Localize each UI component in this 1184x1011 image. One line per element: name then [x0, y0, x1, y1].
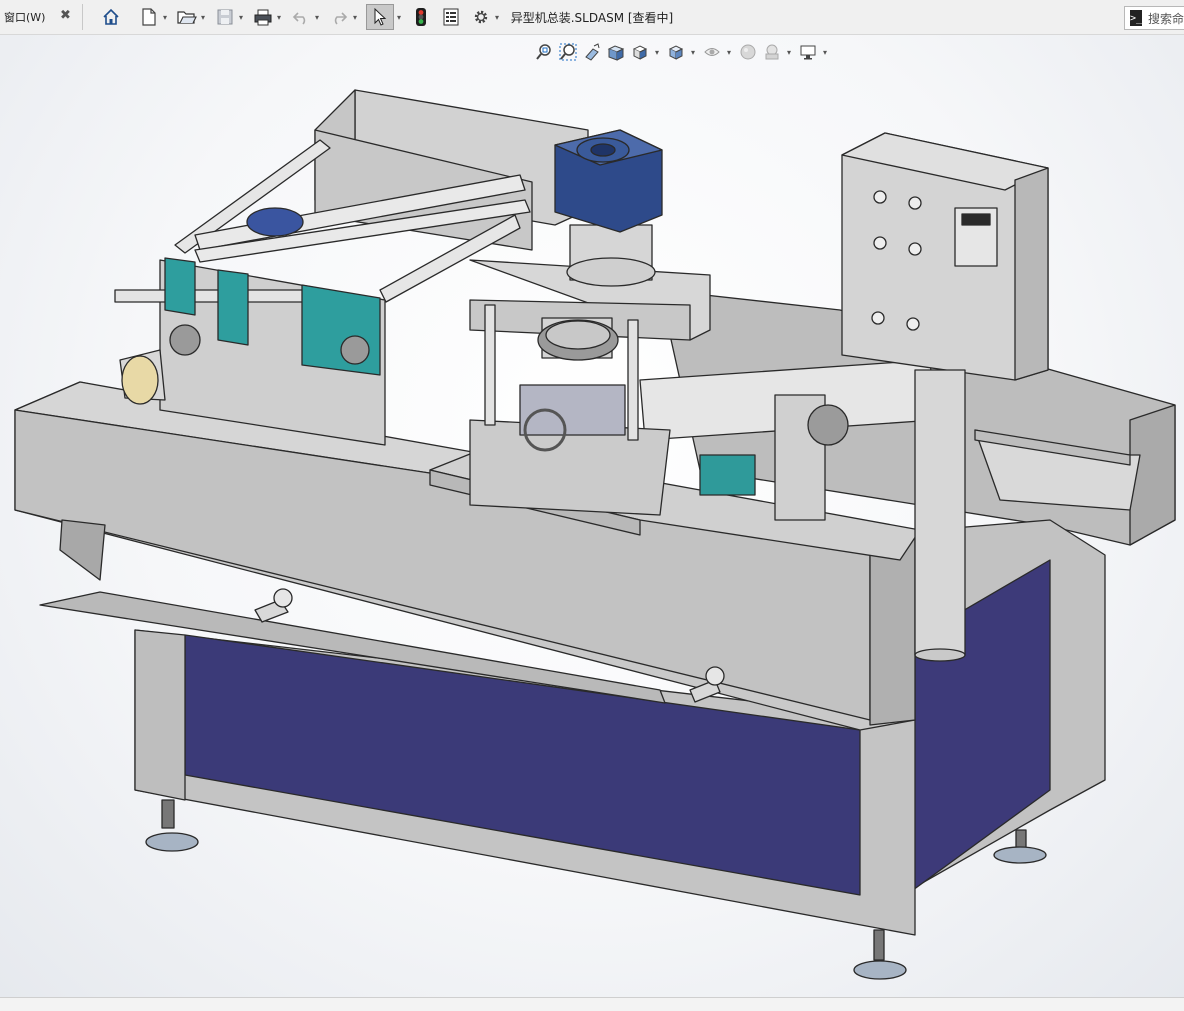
new-document-icon[interactable]: [138, 6, 160, 28]
assembly-model[interactable]: [0, 35, 1184, 997]
view-orientation-icon[interactable]: [628, 41, 652, 63]
graphics-viewport[interactable]: ▾ ▾ ▾ ▾ ▾: [0, 35, 1184, 997]
edit-appearance-icon[interactable]: [736, 41, 760, 63]
pin-icon[interactable]: ✖: [60, 8, 71, 23]
search-placeholder: 搜索命令: [1148, 11, 1184, 26]
menu-window[interactable]: 窗口(W): [4, 9, 45, 25]
print-icon[interactable]: [252, 6, 274, 28]
print-dropdown[interactable]: ▾: [274, 6, 284, 28]
zoom-to-area-icon[interactable]: [556, 41, 580, 63]
view-settings-icon[interactable]: [796, 41, 820, 63]
hide-show-dropdown[interactable]: ▾: [724, 41, 734, 63]
options-dropdown[interactable]: ▾: [492, 6, 502, 28]
view-orientation-dropdown[interactable]: ▾: [652, 41, 662, 63]
toolbar-separator: [82, 4, 83, 30]
home-dropdown[interactable]: [122, 6, 132, 28]
search-commands-box[interactable]: >_ 搜索命令: [1124, 6, 1184, 30]
undo-dropdown[interactable]: ▾: [312, 6, 322, 28]
previous-view-icon[interactable]: [580, 41, 604, 63]
save-dropdown[interactable]: ▾: [236, 6, 246, 28]
select-dropdown[interactable]: ▾: [394, 6, 404, 28]
apply-scene-icon[interactable]: [760, 41, 784, 63]
select-arrow-icon[interactable]: [366, 4, 394, 30]
view-settings-dropdown[interactable]: ▾: [820, 41, 830, 63]
save-icon[interactable]: [214, 6, 236, 28]
title-bar: 窗口(W) ✖ ▾ ▾ ▾ ▾ ▾ ▾ ▾ ▾ 异型机总装.SLDASM [查看…: [0, 0, 1184, 35]
display-style-dropdown[interactable]: ▾: [688, 41, 698, 63]
section-view-icon[interactable]: [604, 41, 628, 63]
apply-scene-dropdown[interactable]: ▾: [784, 41, 794, 63]
open-dropdown[interactable]: ▾: [198, 6, 208, 28]
command-prompt-icon: >_: [1130, 10, 1143, 26]
home-icon[interactable]: [100, 6, 122, 28]
quick-access-toolbar: ▾ ▾ ▾ ▾ ▾ ▾ ▾ ▾: [100, 4, 508, 30]
redo-icon[interactable]: [328, 6, 350, 28]
options-gear-icon[interactable]: [470, 6, 492, 28]
display-style-icon[interactable]: [664, 41, 688, 63]
open-folder-icon[interactable]: [176, 6, 198, 28]
heads-up-view-toolbar: ▾ ▾ ▾ ▾ ▾: [532, 40, 832, 64]
undo-icon[interactable]: [290, 6, 312, 28]
hide-show-items-icon[interactable]: [700, 41, 724, 63]
zoom-to-fit-icon[interactable]: [532, 41, 556, 63]
rebuild-traffic-light-icon[interactable]: [410, 6, 432, 28]
new-dropdown[interactable]: ▾: [160, 6, 170, 28]
file-properties-icon[interactable]: [440, 6, 462, 28]
status-bar: [0, 997, 1184, 1011]
redo-dropdown[interactable]: ▾: [350, 6, 360, 28]
